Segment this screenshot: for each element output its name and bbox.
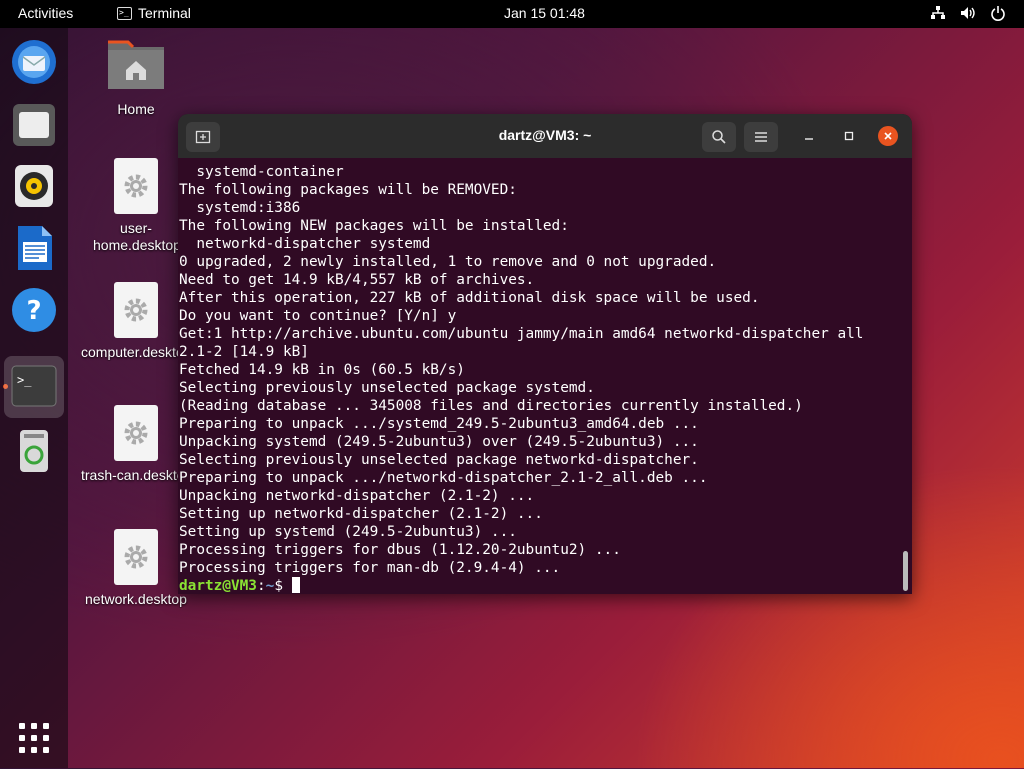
terminal-line: Setting up networkd-dispatcher (2.1-2) .… — [179, 506, 543, 522]
terminal-line: Selecting previously unselected package … — [179, 452, 699, 468]
system-tray[interactable] — [930, 4, 1006, 22]
terminal-output[interactable]: systemd-container The following packages … — [178, 158, 912, 594]
office-writer-icon — [18, 226, 52, 270]
close-button[interactable] — [878, 126, 898, 146]
terminal-line: Processing triggers for man-db (2.9.4-4)… — [179, 560, 561, 576]
desktop-icon-label: computer.desktop — [81, 344, 191, 360]
prompt-symbol: $ — [274, 578, 292, 594]
terminal-line: Preparing to unpack .../networkd-dispatc… — [179, 470, 708, 486]
terminal-line: systemd:i386 — [179, 200, 301, 216]
activities-button[interactable]: Activities — [18, 5, 73, 21]
app-grid-icon — [19, 723, 49, 753]
minimize-button[interactable] — [799, 126, 819, 146]
terminal-line: (Reading database ... 345008 files and d… — [179, 398, 803, 414]
terminal-line: Processing triggers for dbus (1.12.20-2u… — [179, 542, 621, 558]
minimize-icon — [805, 138, 813, 140]
dock-item-writer[interactable] — [8, 222, 60, 274]
scrollbar[interactable] — [903, 551, 908, 591]
terminal-line: The following NEW packages will be insta… — [179, 218, 569, 234]
maximize-icon — [844, 131, 854, 141]
search-icon — [712, 130, 726, 144]
terminal-line: 0 upgraded, 2 newly installed, 1 to remo… — [179, 254, 717, 270]
terminal-icon: >_ — [11, 365, 57, 407]
gear-icon — [124, 421, 148, 445]
terminal-line: 2.1-2 [14.9 kB] — [179, 344, 309, 360]
home-folder-icon — [108, 40, 164, 89]
dock-item-terminal[interactable]: >_ — [4, 356, 64, 418]
dock-item-rhythmbox[interactable] — [8, 160, 60, 212]
help-icon: ? — [12, 288, 56, 332]
app-menu-label: Terminal — [138, 5, 191, 21]
search-button[interactable] — [702, 122, 736, 152]
terminal-line: networkd-dispatcher systemd — [179, 236, 431, 252]
svg-text:>_: >_ — [17, 373, 32, 387]
terminal-line: After this operation, 227 kB of addition… — [179, 290, 760, 306]
terminal-titlebar[interactable]: dartz@VM3: ~ — [178, 114, 912, 158]
terminal-line: Fetched 14.9 kB in 0s (60.5 kB/s) — [179, 362, 465, 378]
terminal-line: Setting up systemd (249.5-2ubuntu3) ... — [179, 524, 517, 540]
desktop-file-icon — [114, 529, 158, 585]
dock-item-files[interactable] — [8, 98, 60, 150]
prompt-user: dartz@VM3 — [179, 578, 257, 594]
mail-client-icon — [12, 40, 56, 84]
terminal-line: Need to get 14.9 kB/4,557 kB of archives… — [179, 272, 535, 288]
prompt-separator: : — [256, 578, 266, 594]
desktop-file-icon — [114, 158, 158, 214]
app-menu[interactable]: >_ Terminal — [117, 5, 191, 21]
network-icon[interactable] — [930, 4, 946, 22]
desktop-icon-home[interactable]: Home — [71, 36, 201, 118]
dock: ? >_ — [0, 28, 68, 768]
gear-icon — [124, 545, 148, 569]
terminal-window[interactable]: dartz@VM3: ~ systemd-container The follow… — [178, 114, 912, 594]
terminal-line: Get:1 http://archive.ubuntu.com/ubuntu j… — [179, 326, 864, 342]
text-cursor — [291, 577, 300, 593]
dock-item-trash[interactable] — [8, 424, 60, 476]
hamburger-menu-icon — [755, 132, 767, 142]
desktop-icon-label: trash-can.desktop — [81, 467, 191, 483]
power-icon[interactable] — [990, 4, 1006, 22]
terminal-line: The following packages will be REMOVED: — [179, 182, 517, 198]
maximize-button[interactable] — [839, 126, 859, 146]
svg-text:?: ? — [26, 296, 41, 326]
gear-icon — [124, 174, 148, 198]
close-icon — [884, 132, 892, 140]
file-manager-icon — [13, 104, 55, 146]
clock[interactable]: Jan 15 01:48 — [504, 5, 585, 21]
terminal-line: Preparing to unpack .../systemd_249.5-2u… — [179, 416, 699, 432]
volume-icon[interactable] — [960, 4, 976, 22]
gear-icon — [124, 298, 148, 322]
menu-button[interactable] — [744, 122, 778, 152]
terminal-line: systemd-container — [179, 164, 344, 180]
trash-icon — [20, 430, 48, 472]
terminal-icon: >_ — [117, 6, 132, 20]
desktop-file-icon — [114, 405, 158, 461]
desktop-icon-label: user-home.desktop — [93, 220, 179, 253]
dock-item-thunderbird[interactable] — [8, 36, 60, 88]
show-apps-button[interactable] — [8, 712, 60, 764]
terminal-line: Do you want to continue? [Y/n] y — [179, 308, 457, 324]
terminal-line: Selecting previously unselected package … — [179, 380, 595, 396]
terminal-line: Unpacking systemd (249.5-2ubuntu3) over … — [179, 434, 699, 450]
terminal-line: Unpacking networkd-dispatcher (2.1-2) ..… — [179, 488, 535, 504]
top-bar: Activities >_ Terminal Jan 15 01:48 — [0, 0, 1024, 28]
music-player-icon — [15, 165, 53, 207]
dock-item-help[interactable]: ? — [8, 284, 60, 336]
terminal-prompt-line[interactable]: dartz@VM3:~$ — [179, 577, 912, 594]
terminal-lines: systemd-container The following packages … — [179, 163, 912, 577]
desktop-file-icon — [114, 282, 158, 338]
